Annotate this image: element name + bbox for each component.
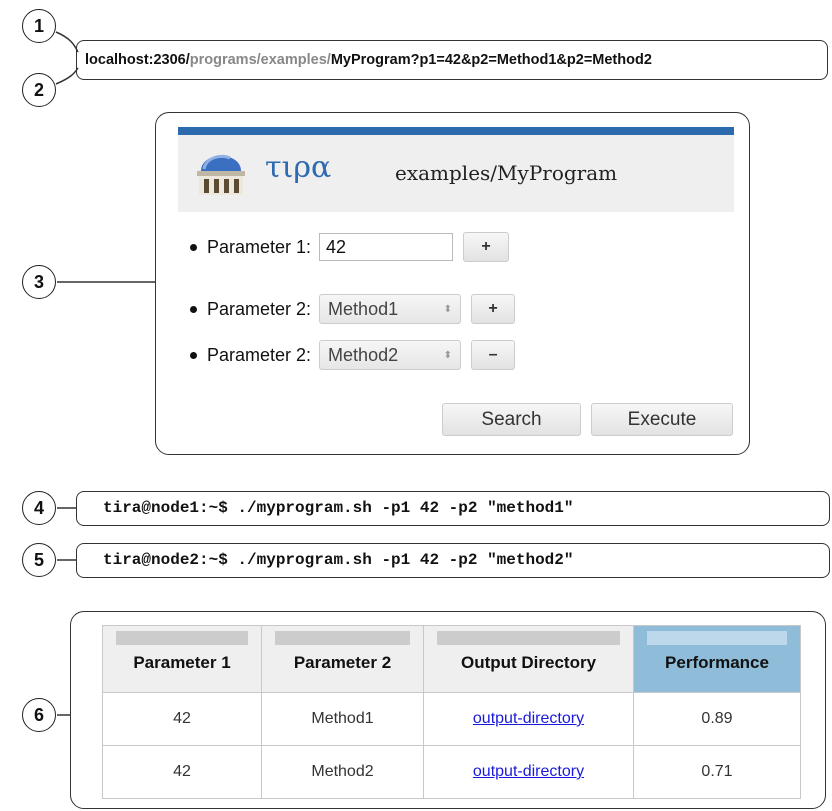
callout-6: 6 [22, 698, 56, 732]
callout-1: 1 [22, 9, 56, 43]
callout-2: 2 [22, 73, 56, 107]
callout-3: 3 [22, 265, 56, 299]
callout-4: 4 [22, 491, 56, 525]
callout-5: 5 [22, 543, 56, 577]
callout-connectors [55, 31, 155, 716]
